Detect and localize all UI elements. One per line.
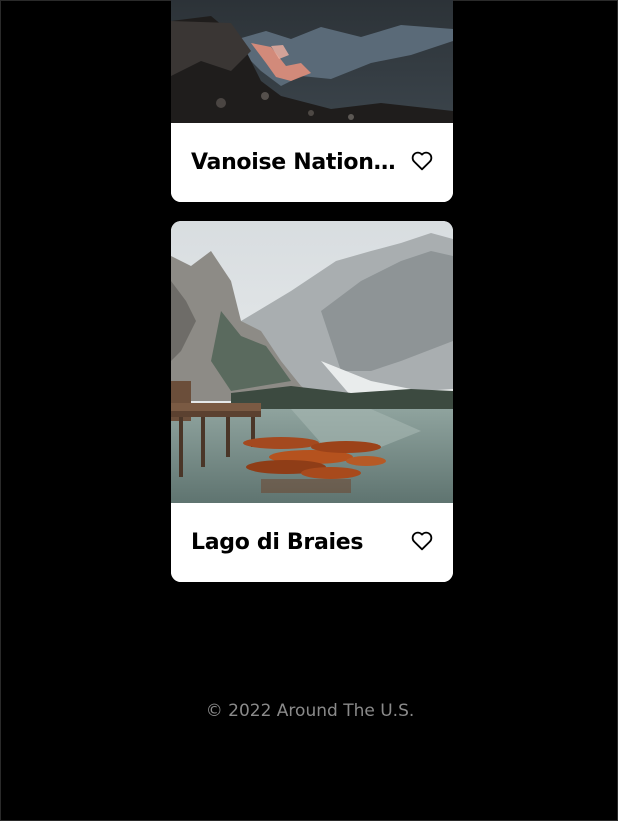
place-image[interactable] — [171, 221, 453, 503]
heart-icon — [411, 531, 433, 551]
page-frame: Vanoise National Park — [0, 0, 618, 821]
place-card-footer: Lago di Braies — [171, 503, 453, 582]
footer-copyright: © 2022 Around The U.S. — [205, 701, 415, 721]
place-title: Lago di Braies — [191, 530, 364, 555]
heart-icon — [411, 151, 433, 171]
mountain-lake-reflection-photo — [171, 0, 453, 123]
place-card-footer: Vanoise National Park — [171, 123, 453, 202]
place-card: Lago di Braies — [171, 221, 453, 582]
place-card: Vanoise National Park — [171, 0, 453, 202]
place-title: Vanoise National Park — [191, 150, 403, 175]
alpine-lake-boats-photo — [171, 221, 453, 503]
place-image[interactable] — [171, 0, 453, 123]
like-button[interactable] — [411, 151, 433, 171]
like-button[interactable] — [411, 531, 433, 551]
